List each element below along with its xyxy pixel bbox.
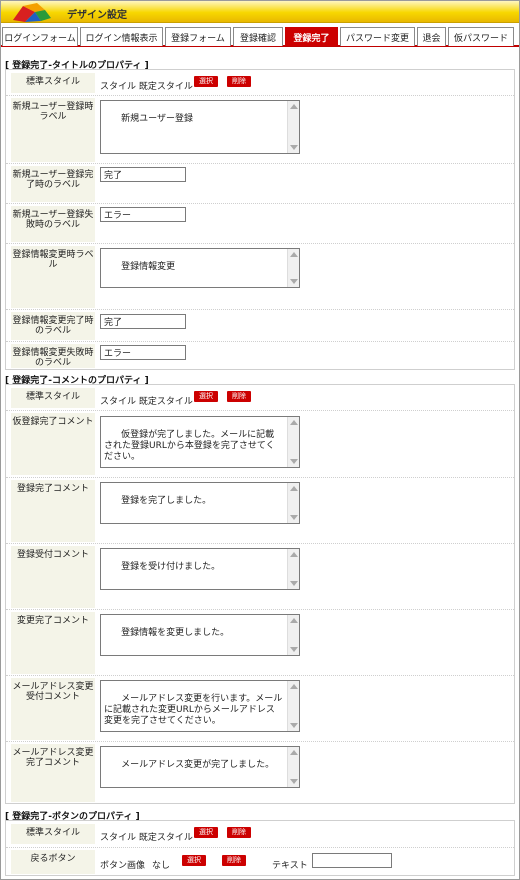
change-complete-comment-label: 変更完了コメント bbox=[11, 612, 95, 674]
button-image-select-button[interactable]: 選択 bbox=[182, 855, 206, 866]
info-change-fail-label: 登録情報変更失敗時のラベル bbox=[11, 344, 95, 368]
style-delete-button[interactable]: 削除 bbox=[227, 827, 251, 838]
scrollbar[interactable] bbox=[287, 101, 299, 153]
section-title-properties: 標準スタイル スタイル 既定スタイル 選択 削除 新規ユーザー登録時ラベル 新規… bbox=[5, 69, 515, 370]
new-user-complete-input[interactable] bbox=[100, 167, 186, 182]
mail-change-complete-comment-label: メールアドレス変更完了コメント bbox=[11, 744, 95, 802]
info-change-label: 登録情報変更時ラベル bbox=[11, 246, 95, 308]
info-change-complete-label: 登録情報変更完了時のラベル bbox=[11, 312, 95, 340]
design-settings-window: デザイン設定 ログインフォーム ログイン情報表示 登録フォーム 登録確認 登録完… bbox=[0, 0, 520, 880]
scrollbar[interactable] bbox=[287, 249, 299, 287]
scrollbar[interactable] bbox=[287, 747, 299, 787]
app-logo-icon bbox=[13, 3, 51, 22]
register-accept-comment-label: 登録受付コメント bbox=[11, 546, 95, 608]
new-user-register-label: 新規ユーザー登録時ラベル bbox=[11, 98, 95, 162]
scrollbar[interactable] bbox=[287, 549, 299, 589]
register-accept-comment-textarea[interactable]: 登録を受け付けました。 bbox=[100, 548, 300, 590]
tab-register-confirm[interactable]: 登録確認 bbox=[233, 27, 283, 46]
mail-change-accept-comment-textarea[interactable]: メールアドレス変更を行います。メールに記載された変更URLからメールアドレス変更… bbox=[100, 680, 300, 732]
tab-register-form[interactable]: 登録フォーム bbox=[165, 27, 231, 46]
back-button-text-input[interactable] bbox=[312, 853, 392, 868]
text-label: テキスト bbox=[272, 861, 308, 871]
style-select-button[interactable]: 選択 bbox=[194, 391, 218, 402]
register-complete-comment-label: 登録完了コメント bbox=[11, 480, 95, 542]
info-change-textarea[interactable]: 登録情報変更 bbox=[100, 248, 300, 288]
style-value: スタイル 既定スタイル bbox=[100, 833, 193, 843]
style-delete-button[interactable]: 削除 bbox=[227, 76, 251, 87]
scrollbar[interactable] bbox=[287, 615, 299, 655]
new-user-fail-label: 新規ユーザー登録失敗時のラベル bbox=[11, 206, 95, 242]
section-button-properties: 標準スタイル スタイル 既定スタイル 選択 削除 戻るボタン ボタン画像 なし … bbox=[5, 820, 515, 876]
button-image-label: ボタン画像 bbox=[100, 861, 146, 871]
tab-register-complete[interactable]: 登録完了 bbox=[285, 27, 338, 46]
scrollbar[interactable] bbox=[287, 417, 299, 467]
new-user-fail-input[interactable] bbox=[100, 207, 186, 222]
tab-bar: ログインフォーム ログイン情報表示 登録フォーム 登録確認 登録完了 パスワード… bbox=[1, 25, 519, 47]
button-image-value: なし bbox=[152, 861, 171, 871]
style-delete-button[interactable]: 削除 bbox=[227, 391, 251, 402]
style-label: 標準スタイル bbox=[11, 824, 95, 844]
style-value: スタイル 既定スタイル bbox=[100, 397, 193, 407]
tab-password-change[interactable]: パスワード変更 bbox=[340, 27, 415, 46]
tab-login-info[interactable]: ログイン情報表示 bbox=[80, 27, 163, 46]
temp-register-comment-label: 仮登録完了コメント bbox=[11, 413, 95, 475]
style-select-button[interactable]: 選択 bbox=[194, 76, 218, 87]
change-complete-comment-textarea[interactable]: 登録情報を変更しました。 bbox=[100, 614, 300, 656]
style-label: 標準スタイル bbox=[11, 388, 95, 408]
tab-withdraw[interactable]: 退会 bbox=[417, 27, 446, 46]
section-comment-properties: 標準スタイル スタイル 既定スタイル 選択 削除 仮登録完了コメント 仮登録が完… bbox=[5, 384, 515, 804]
tab-login-form[interactable]: ログインフォーム bbox=[2, 27, 78, 46]
scrollbar[interactable] bbox=[287, 483, 299, 523]
title-bar: デザイン設定 bbox=[1, 1, 519, 23]
window-title: デザイン設定 bbox=[67, 10, 127, 21]
temp-register-comment-textarea[interactable]: 仮登録が完了しました。メールに記載された登録URLから本登録を完了させてください… bbox=[100, 416, 300, 468]
style-value: スタイル 既定スタイル bbox=[100, 82, 193, 92]
back-button-label: 戻るボタン bbox=[11, 850, 95, 874]
tab-temp-password[interactable]: 仮パスワード bbox=[448, 27, 514, 46]
new-user-complete-label: 新規ユーザー登録完了時のラベル bbox=[11, 166, 95, 202]
new-user-register-textarea[interactable]: 新規ユーザー登録 bbox=[100, 100, 300, 154]
register-complete-comment-textarea[interactable]: 登録を完了しました。 bbox=[100, 482, 300, 524]
style-label: 標準スタイル bbox=[11, 73, 95, 93]
mail-change-accept-comment-label: メールアドレス変更受付コメント bbox=[11, 678, 95, 740]
button-image-delete-button[interactable]: 削除 bbox=[222, 855, 246, 866]
info-change-complete-input[interactable] bbox=[100, 314, 186, 329]
scrollbar[interactable] bbox=[287, 681, 299, 731]
mail-change-complete-comment-textarea[interactable]: メールアドレス変更が完了しました。 bbox=[100, 746, 300, 788]
style-select-button[interactable]: 選択 bbox=[194, 827, 218, 838]
info-change-fail-input[interactable] bbox=[100, 345, 186, 360]
